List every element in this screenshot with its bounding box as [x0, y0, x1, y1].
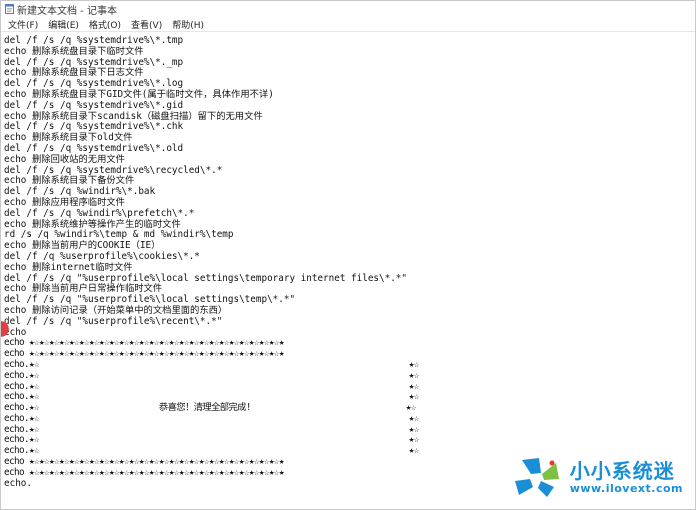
editor-line: echo 删除回收站的无用文件	[4, 153, 125, 165]
notepad-icon	[5, 4, 14, 14]
menu-bar: 文件(F) 编辑(E) 格式(O) 查看(V) 帮助(H)	[1, 17, 695, 32]
watermark-title: 小小系统迷	[569, 458, 675, 483]
editor-line: del /f /s /q %windir%\prefetch\*.*	[4, 207, 195, 219]
editor-line: del /f /s /q "%userprofile%\recent\*.*"	[4, 315, 223, 327]
notepad-window: 新建文本文档 - 记事本 文件(F) 编辑(E) 格式(O) 查看(V) 帮助(…	[0, 0, 696, 510]
menu-file[interactable]: 文件(F)	[3, 18, 43, 31]
editor-line: echo 删除internet临时文件	[4, 261, 133, 273]
windows-logo-icon	[514, 458, 559, 497]
editor-line: echo 删除系统盘目录下临时文件	[4, 45, 144, 57]
watermark-url: www.ilovext.com	[569, 481, 683, 495]
menu-format[interactable]: 格式(O)	[84, 18, 126, 31]
text-editor[interactable]: del /f /s /q %systemdrive%\*.tmp echo 删除系…	[1, 34, 695, 509]
editor-line: echo ★☆★☆★☆★☆★☆★☆★☆★☆★☆★☆★☆★☆★☆★☆★☆★☆★☆★…	[4, 466, 284, 478]
menu-view[interactable]: 查看(V)	[126, 18, 167, 31]
title-bar[interactable]: 新建文本文档 - 记事本	[1, 1, 695, 17]
mouse-cursor-marker	[1, 319, 9, 339]
editor-line: del /f /s /q %systemdrive%\*.gid	[4, 99, 184, 111]
watermark: 小小系统迷 www.ilovext.com	[506, 455, 683, 499]
window-title: 新建文本文档 - 记事本	[17, 5, 117, 17]
menu-help[interactable]: 帮助(H)	[167, 18, 209, 31]
menu-edit[interactable]: 编辑(E)	[43, 18, 84, 31]
editor-text-content[interactable]: del /f /s /q %systemdrive%\*.tmp echo 删除系…	[4, 35, 419, 489]
editor-line: echo.	[4, 477, 32, 489]
editor-line: echo.★☆ ★☆	[4, 369, 419, 381]
